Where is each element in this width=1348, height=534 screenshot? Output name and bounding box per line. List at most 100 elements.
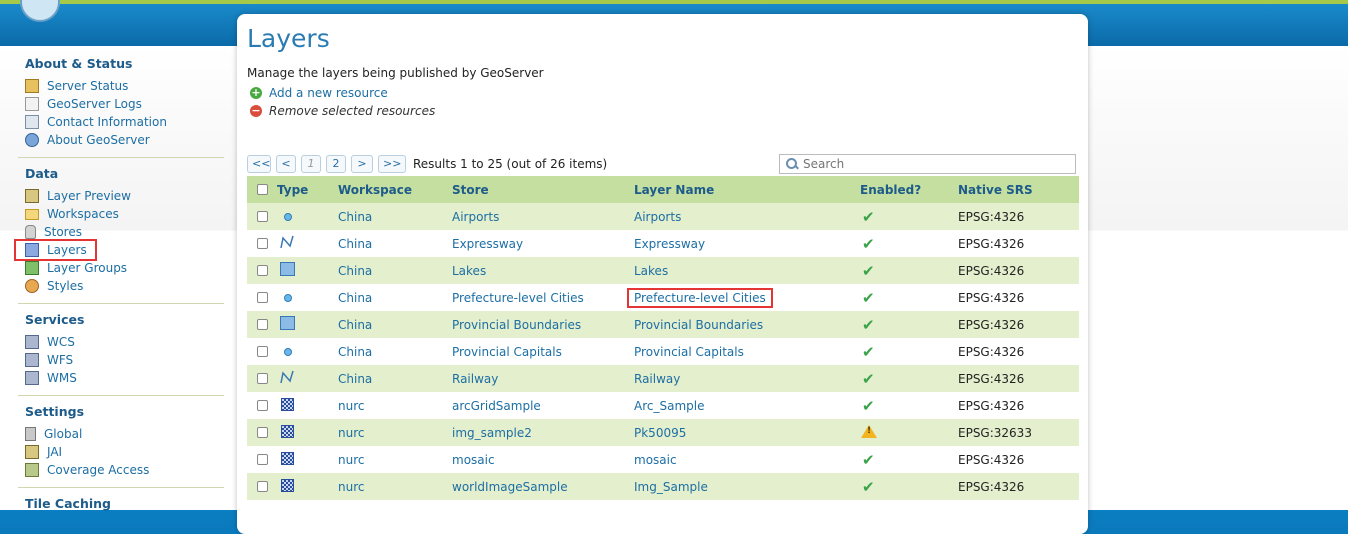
previous-page-button[interactable]: <	[276, 155, 296, 173]
remove-resources-label: Remove selected resources	[269, 104, 436, 118]
store-link[interactable]: Railway	[452, 372, 498, 386]
workspace-link[interactable]: China	[338, 345, 372, 359]
workspace-link[interactable]: China	[338, 210, 372, 224]
search-box[interactable]	[779, 154, 1076, 174]
layer-name-link[interactable]: Pk50095	[634, 426, 686, 440]
table-row: nurc mosaic mosaic ✔ EPSG:4326	[247, 446, 1079, 473]
row-checkbox[interactable]	[257, 265, 268, 276]
row-checkbox[interactable]	[257, 346, 268, 357]
workspace-link[interactable]: China	[338, 318, 372, 332]
sidebar-item-coverage-access[interactable]: Coverage Access	[18, 461, 224, 479]
layer-name-link[interactable]: mosaic	[634, 453, 677, 467]
point-type-icon	[284, 212, 292, 221]
column-header-type[interactable]: Type	[277, 176, 338, 203]
store-link[interactable]: Provincial Boundaries	[452, 318, 581, 332]
layer-name-link[interactable]: Airports	[634, 210, 681, 224]
wfs-icon	[25, 353, 39, 367]
search-input[interactable]	[803, 157, 1063, 171]
row-checkbox[interactable]	[257, 292, 268, 303]
sidebar-item-wms[interactable]: WMS	[18, 369, 224, 387]
remove-resources-link[interactable]: − Remove selected resources	[250, 104, 435, 118]
sidebar-item-layers[interactable]: Layers	[14, 239, 97, 261]
sidebar-item-stores[interactable]: Stores	[18, 223, 224, 241]
workspace-link[interactable]: China	[338, 372, 372, 386]
sidebar-item-contact-information[interactable]: Contact Information	[18, 113, 224, 131]
sidebar-item-geoserver-logs[interactable]: GeoServer Logs	[18, 95, 224, 113]
store-link[interactable]: worldImageSample	[452, 480, 568, 494]
sidebar-section-about: About & Status Server Status GeoServer L…	[18, 56, 224, 158]
column-header-native-srs[interactable]: Native SRS	[958, 176, 1079, 203]
add-resource-link[interactable]: + Add a new resource	[250, 86, 388, 100]
sidebar-item-layer-groups[interactable]: Layer Groups	[18, 259, 224, 277]
results-count: Results 1 to 25 (out of 26 items)	[413, 157, 608, 171]
sidebar-item-styles[interactable]: Styles	[18, 277, 224, 295]
workspace-link[interactable]: China	[338, 264, 372, 278]
store-link[interactable]: Prefecture-level Cities	[452, 291, 584, 305]
workspace-link[interactable]: China	[338, 291, 372, 305]
sidebar-item-about-geoserver[interactable]: About GeoServer	[18, 131, 224, 149]
layer-name-link[interactable]: Expressway	[634, 237, 705, 251]
row-checkbox[interactable]	[257, 427, 268, 438]
layer-name-link[interactable]: Img_Sample	[634, 480, 708, 494]
store-link[interactable]: arcGridSample	[452, 399, 541, 413]
line-type-icon	[280, 235, 294, 249]
store-link[interactable]: Expressway	[452, 237, 523, 251]
layer-name-link[interactable]: Lakes	[634, 264, 668, 278]
sidebar-item-wfs[interactable]: WFS	[18, 351, 224, 369]
check-icon: ✔	[862, 342, 875, 361]
store-link[interactable]: img_sample2	[452, 426, 532, 440]
row-checkbox[interactable]	[257, 211, 268, 222]
layer-name-link[interactable]: Prefecture-level Cities	[627, 287, 773, 308]
page-1-button[interactable]: 1	[301, 155, 321, 173]
column-header-workspace[interactable]: Workspace	[338, 176, 452, 203]
select-all-checkbox[interactable]	[257, 184, 268, 195]
sidebar-section-settings: Settings Global JAI Coverage Access	[18, 404, 224, 488]
column-header-layer-name[interactable]: Layer Name	[634, 176, 860, 203]
global-icon	[25, 427, 36, 441]
store-link[interactable]: Airports	[452, 210, 499, 224]
workspace-link[interactable]: nurc	[338, 426, 364, 440]
logs-icon	[25, 97, 39, 111]
last-page-button[interactable]: >>	[378, 155, 406, 173]
column-header-enabled[interactable]: Enabled?	[860, 176, 958, 203]
layer-name-link[interactable]: Railway	[634, 372, 680, 386]
geoserver-logo-icon[interactable]	[20, 0, 60, 22]
workspace-link[interactable]: nurc	[338, 453, 364, 467]
workspace-link[interactable]: China	[338, 237, 372, 251]
row-checkbox[interactable]	[257, 481, 268, 492]
native-srs: EPSG:4326	[958, 398, 1025, 413]
sidebar-item-wcs[interactable]: WCS	[18, 333, 224, 351]
row-checkbox[interactable]	[257, 238, 268, 249]
sidebar-item-jai[interactable]: JAI	[18, 443, 224, 461]
sidebar-item-workspaces[interactable]: Workspaces	[18, 205, 224, 223]
sidebar-item-layer-preview[interactable]: Layer Preview	[18, 187, 224, 205]
sidebar-item-server-status[interactable]: Server Status	[18, 77, 224, 95]
layers-table: Type Workspace Store Layer Name Enabled?…	[247, 176, 1079, 500]
row-checkbox[interactable]	[257, 454, 268, 465]
check-icon: ✔	[862, 450, 875, 469]
row-checkbox[interactable]	[257, 319, 268, 330]
workspace-link[interactable]: nurc	[338, 399, 364, 413]
first-page-button[interactable]: <<	[247, 155, 271, 173]
workspace-link[interactable]: nurc	[338, 480, 364, 494]
layer-name-link[interactable]: Arc_Sample	[634, 399, 704, 413]
store-link[interactable]: mosaic	[452, 453, 495, 467]
sidebar-item-label: Stores	[44, 225, 82, 239]
layer-name-link[interactable]: Provincial Capitals	[634, 345, 744, 359]
store-link[interactable]: Lakes	[452, 264, 486, 278]
check-icon: ✔	[862, 477, 875, 496]
native-srs: EPSG:4326	[958, 290, 1025, 305]
layer-name-link[interactable]: Provincial Boundaries	[634, 318, 763, 332]
column-header-store[interactable]: Store	[452, 176, 634, 203]
row-checkbox[interactable]	[257, 373, 268, 384]
check-icon: ✔	[862, 261, 875, 280]
store-link[interactable]: Provincial Capitals	[452, 345, 562, 359]
sidebar-item-label: Layer Groups	[47, 261, 128, 275]
check-icon: ✔	[862, 288, 875, 307]
raster-type-icon	[281, 478, 294, 492]
row-checkbox[interactable]	[257, 400, 268, 411]
next-page-button[interactable]: >	[351, 155, 373, 173]
page-2-button[interactable]: 2	[326, 155, 346, 173]
sidebar-item-global[interactable]: Global	[18, 425, 224, 443]
native-srs: EPSG:4326	[958, 236, 1025, 251]
